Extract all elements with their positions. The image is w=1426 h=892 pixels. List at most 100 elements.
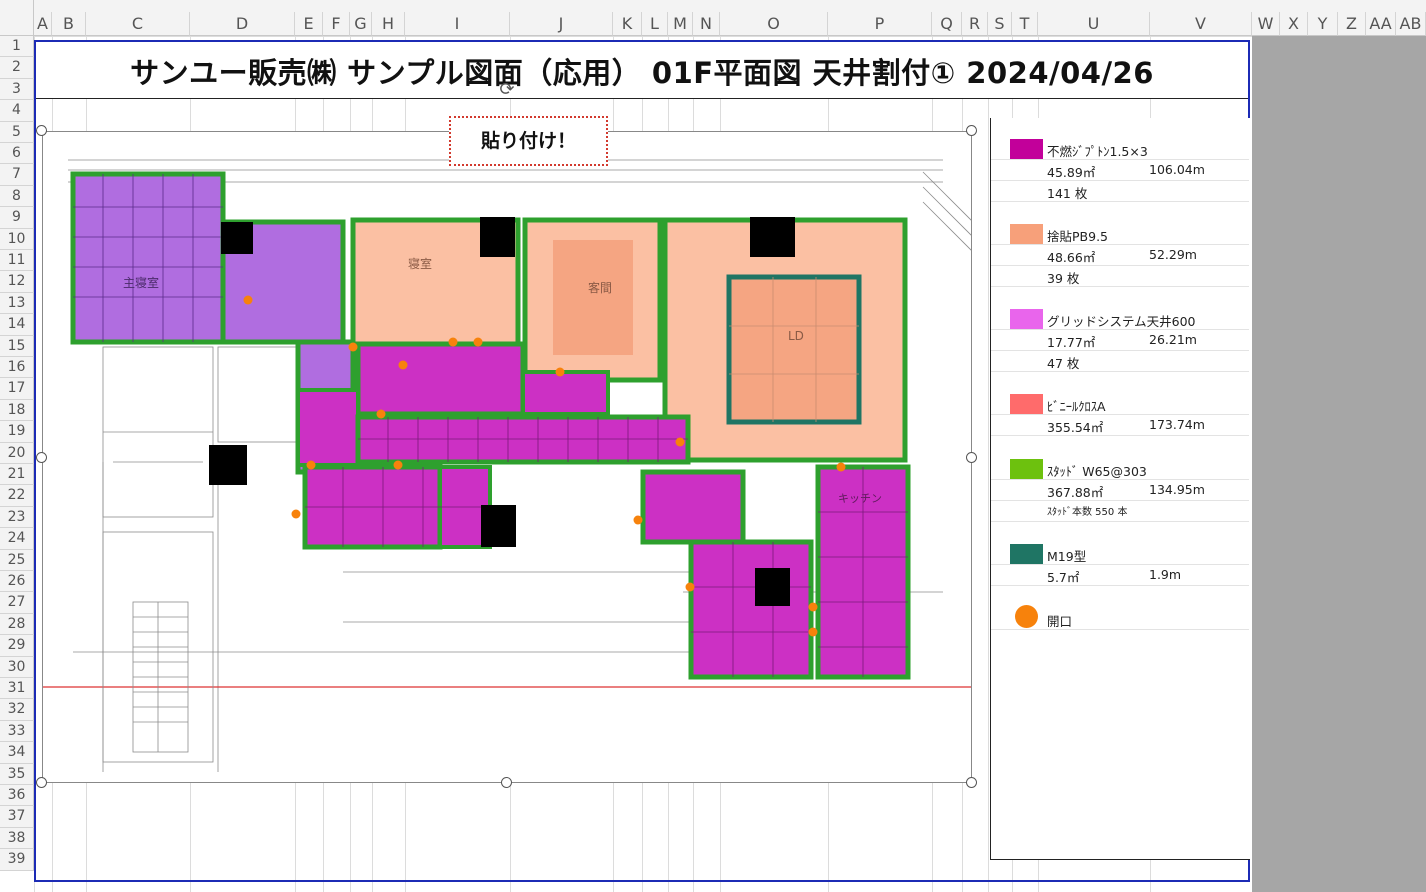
row-header-31[interactable]: 31 — [0, 678, 34, 700]
legend-row: 不燃ｼﾞﾌﾟﾄﾝ1.5×3 — [991, 138, 1249, 160]
row-header-15[interactable]: 15 — [0, 335, 34, 357]
row-header-4[interactable]: 4 — [0, 100, 34, 122]
paste-callout[interactable]: 貼り付け！ — [449, 116, 608, 166]
row-header-29[interactable]: 29 — [0, 635, 34, 657]
row-header-23[interactable]: 23 — [0, 506, 34, 529]
column-header-G[interactable]: G — [350, 12, 372, 36]
column-header-J[interactable]: J — [510, 12, 613, 36]
resize-handle-tl[interactable] — [36, 125, 47, 136]
row-header-14[interactable]: 14 — [0, 314, 34, 336]
column-header-B[interactable]: B — [52, 12, 86, 36]
column-header-K[interactable]: K — [613, 12, 642, 36]
row-header-36[interactable]: 36 — [0, 785, 34, 807]
ld-ceiling-recess — [726, 274, 862, 425]
column-header-P[interactable]: P — [828, 12, 932, 36]
legend-row: 45.89㎡ 106.04m — [991, 159, 1249, 181]
legend-length: 173.74m — [1149, 417, 1205, 432]
column-header-A[interactable]: A — [34, 12, 52, 36]
column-header-V[interactable]: V — [1150, 12, 1252, 36]
column-header-Y[interactable]: Y — [1308, 12, 1338, 36]
column-header-M[interactable]: M — [668, 12, 693, 36]
row-header-24[interactable]: 24 — [0, 528, 34, 550]
column-header-L[interactable]: L — [642, 12, 668, 36]
rotate-handle-icon[interactable]: ⟳ — [497, 80, 517, 100]
column-header-N[interactable]: N — [693, 12, 720, 36]
row-header-17[interactable]: 17 — [0, 378, 34, 400]
legend-item-name: 開口 — [1047, 614, 1073, 629]
row-header-33[interactable]: 33 — [0, 720, 34, 743]
resize-handle-br[interactable] — [966, 777, 977, 788]
label-kitchen: キッチン — [838, 492, 882, 505]
column-header-E[interactable]: E — [295, 12, 323, 36]
column-header-C[interactable]: C — [86, 12, 190, 36]
row-header-6[interactable]: 6 — [0, 143, 34, 165]
legend-item-name: ｽﾀｯﾄﾞ W65@303 — [1047, 464, 1147, 479]
room-master-bedroom — [70, 171, 226, 345]
resize-handle-mr[interactable] — [966, 452, 977, 463]
resize-handle-bl[interactable] — [36, 777, 47, 788]
row-header-25[interactable]: 25 — [0, 549, 34, 571]
row-header-9[interactable]: 9 — [0, 207, 34, 229]
column-header-AB[interactable]: AB — [1396, 12, 1426, 36]
row-header-39[interactable]: 39 — [0, 849, 34, 871]
row-header-28[interactable]: 28 — [0, 613, 34, 636]
row-header-8[interactable]: 8 — [0, 185, 34, 208]
legend-item-name: グリッドシステム天井600 — [1047, 314, 1196, 329]
column-header-O[interactable]: O — [720, 12, 828, 36]
resize-handle-tr[interactable] — [966, 125, 977, 136]
row-header-26[interactable]: 26 — [0, 571, 34, 593]
row-header-1[interactable]: 1 — [0, 36, 34, 58]
row-header-21[interactable]: 21 — [0, 464, 34, 486]
row-header-11[interactable]: 11 — [0, 250, 34, 272]
row-header-13[interactable]: 13 — [0, 292, 34, 315]
row-header-30[interactable]: 30 — [0, 656, 34, 678]
column-header-T[interactable]: T — [1012, 12, 1038, 36]
title-cell[interactable]: サンユー販売㈱ サンプル図面（応用） 01F平面図 天井割付① 2024/04/… — [36, 42, 1248, 99]
legend-area: 48.66㎡ — [1047, 250, 1096, 265]
legend-count: 47 枚 — [1047, 356, 1080, 371]
column-header-U[interactable]: U — [1038, 12, 1150, 36]
resize-handle-bc[interactable] — [501, 777, 512, 788]
legend-row: ﾋﾞﾆｰﾙｸﾛｽA — [991, 393, 1249, 415]
column-header-H[interactable]: H — [372, 12, 405, 36]
row-header-2[interactable]: 2 — [0, 57, 34, 79]
column-header-Q[interactable]: Q — [932, 12, 962, 36]
row-header-32[interactable]: 32 — [0, 699, 34, 721]
column-header-D[interactable]: D — [190, 12, 295, 36]
outside-print-area — [1252, 36, 1426, 892]
legend-length: 52.29m — [1149, 247, 1197, 262]
column-header-I[interactable]: I — [405, 12, 510, 36]
legend-swatch — [1010, 394, 1043, 414]
row-header-16[interactable]: 16 — [0, 357, 34, 379]
row-header-20[interactable]: 20 — [0, 442, 34, 464]
select-all-corner[interactable] — [0, 0, 34, 36]
row-header-7[interactable]: 7 — [0, 164, 34, 186]
column-header-S[interactable]: S — [988, 12, 1012, 36]
row-header-34[interactable]: 34 — [0, 742, 34, 764]
column-header-AA[interactable]: AA — [1366, 12, 1396, 36]
row-header-37[interactable]: 37 — [0, 806, 34, 828]
legend-swatch — [1010, 139, 1043, 159]
legend-row: ｽﾀｯﾄﾞ W65@303 — [991, 458, 1249, 480]
row-header-19[interactable]: 19 — [0, 421, 34, 443]
column-header-X[interactable]: X — [1280, 12, 1308, 36]
row-header-35[interactable]: 35 — [0, 763, 34, 785]
column-header-Z[interactable]: Z — [1338, 12, 1366, 36]
row-header-5[interactable]: 5 — [0, 121, 34, 143]
column-header-W[interactable]: W — [1252, 12, 1280, 36]
resize-handle-ml[interactable] — [36, 452, 47, 463]
row-header-22[interactable]: 22 — [0, 485, 34, 507]
row-header-27[interactable]: 27 — [0, 592, 34, 614]
shaft-5 — [481, 505, 516, 547]
column-header-R[interactable]: R — [962, 12, 988, 36]
row-header-12[interactable]: 12 — [0, 271, 34, 293]
row-header-3[interactable]: 3 — [0, 78, 34, 101]
column-header-F[interactable]: F — [323, 12, 350, 36]
row-header-18[interactable]: 18 — [0, 399, 34, 422]
row-header-38[interactable]: 38 — [0, 827, 34, 850]
floor-plan-image[interactable]: 主寝室 寝室 客間 LD キッチン — [42, 131, 972, 783]
legend-item-name: 不燃ｼﾞﾌﾟﾄﾝ1.5×3 — [1047, 144, 1148, 159]
row-header-10[interactable]: 10 — [0, 228, 34, 250]
legend-row: グリッドシステム天井600 — [991, 308, 1249, 330]
legend-row: 17.77㎡ 26.21m — [991, 329, 1249, 351]
